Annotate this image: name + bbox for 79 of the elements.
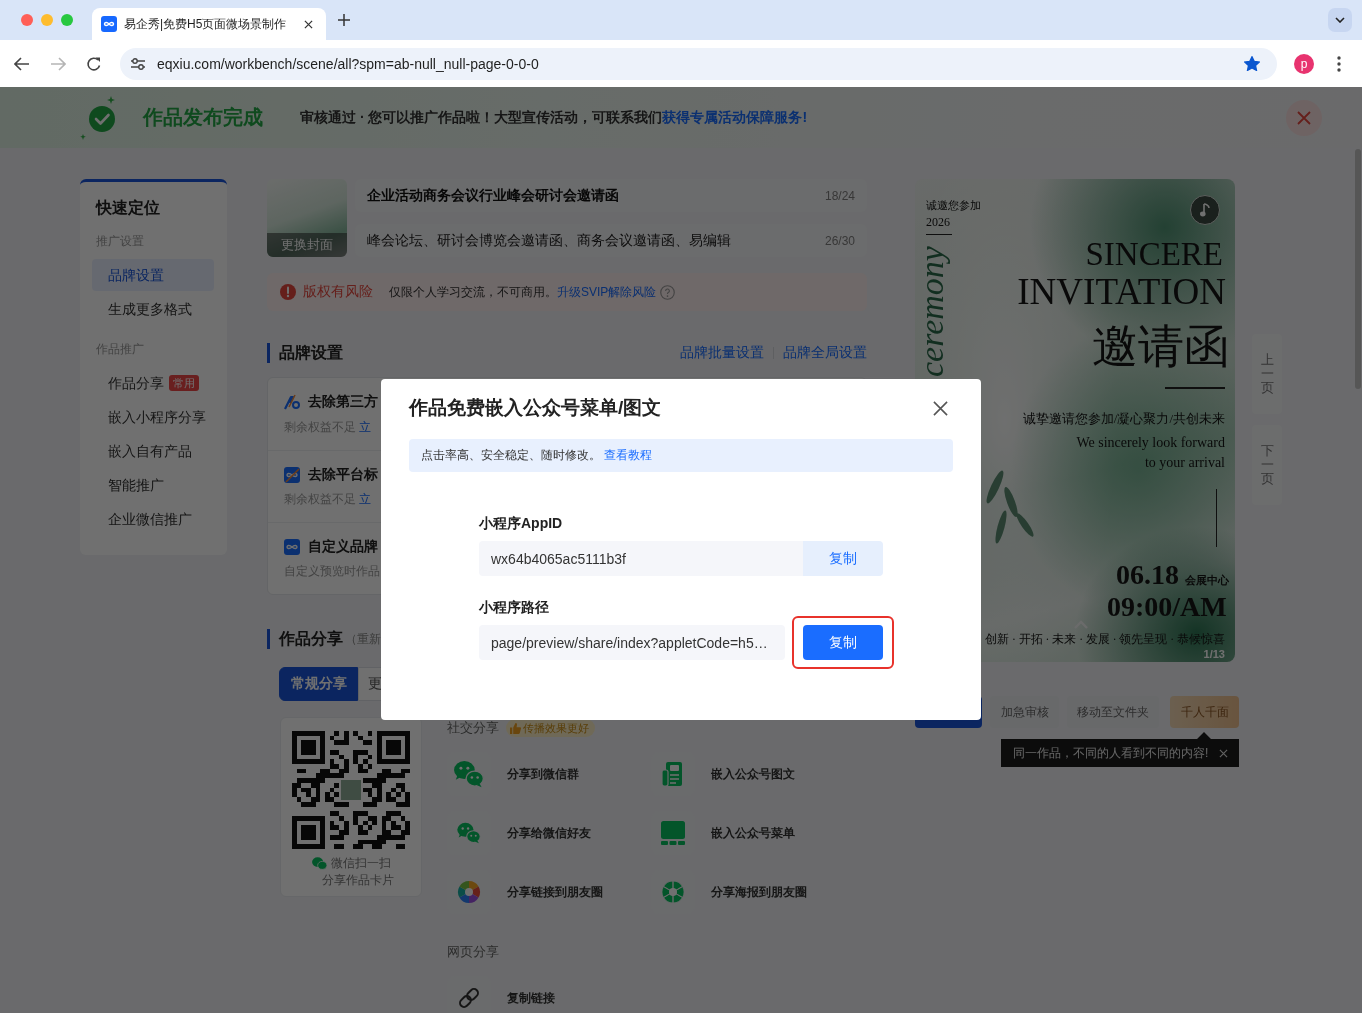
banner-message: 审核通过 · 您可以推广作品啦！大型宣传活动，可联系我们获得专属活动保障服务! [300, 108, 808, 127]
infinity-logo-icon [284, 538, 300, 555]
service-link[interactable]: 获得专属活动保障服务! [662, 108, 808, 125]
poster-script-word: ceremony [915, 247, 950, 377]
profile-avatar[interactable]: p [1294, 53, 1314, 74]
plus-icon[interactable] [338, 14, 350, 26]
group-label: 网页分享 [447, 943, 500, 961]
settings-link[interactable]: 品牌全局设置 [783, 344, 867, 362]
share-option[interactable]: 分享海报到朋友圈 [651, 870, 855, 914]
music-icon[interactable] [1190, 195, 1220, 225]
copy-button[interactable]: 复制 [803, 541, 883, 576]
sidebar-item[interactable]: 生成更多格式 [92, 293, 214, 325]
poster-time: 09:00/AM [1107, 590, 1227, 624]
share-option[interactable]: 分享链接到朋友圈 [447, 870, 651, 914]
poster-text: 诚邀您参加 [926, 198, 981, 213]
reload-icon[interactable] [86, 55, 102, 72]
sidebar-item[interactable]: 作品分享 [92, 367, 166, 399]
option-title: 去除平台标 [308, 465, 378, 484]
close-icon [1297, 110, 1311, 125]
warning-message: 仅限个人学习交流，不可商用。升级SVIP解除风险 [389, 283, 657, 301]
chevron-down-icon [1335, 17, 1345, 23]
sliders-icon[interactable] [131, 57, 145, 70]
poster-title: SINCERE [1085, 235, 1223, 274]
option-title: 去除第三方 [308, 393, 378, 411]
poster-date: 06.18 [1116, 558, 1179, 592]
activate-link[interactable]: 立 [359, 420, 372, 434]
wechat-icon [311, 856, 327, 870]
slashed-logo-icon [284, 394, 300, 410]
poster-text: to your arrival [1144, 454, 1225, 472]
page-counter: 1/13 [1203, 648, 1225, 660]
poster-year: 2026 [926, 214, 950, 230]
infinity-logo-icon [101, 16, 117, 32]
sidebar-item[interactable]: 智能推广 [92, 469, 214, 501]
sidebar-title: 快速定位 [94, 198, 161, 218]
close-icon[interactable] [933, 400, 948, 416]
banner-title: 作品发布完成 [143, 105, 263, 130]
star-icon[interactable] [1244, 56, 1260, 71]
browser-tab[interactable]: 易企秀|免费H5页面微场景制作 [92, 8, 326, 40]
more-icon[interactable] [1337, 55, 1341, 72]
address-bar[interactable]: eqxiu.com/workbench/scene/all?spm=ab-null_null-page-0-0-0 [120, 47, 1277, 80]
share-option[interactable]: 复制链接 [447, 976, 651, 1013]
share-option[interactable]: 分享给微信好友 [447, 811, 651, 855]
close-icon[interactable] [304, 19, 313, 29]
copy-button[interactable]: 复制 [803, 625, 883, 660]
crossed-logo-icon [284, 466, 300, 483]
window-close-icon[interactable] [21, 14, 33, 26]
poster-tagline: 诚挚邀请您参加/凝心聚力/共创未来 [1022, 410, 1225, 428]
back-icon[interactable] [14, 56, 30, 71]
notice-text: 点击率高、安全稳定、随时修改。 查看教程 [421, 447, 653, 464]
sidebar-item[interactable]: 企业微信推广 [92, 503, 214, 535]
section-heading: 品牌设置 [279, 342, 343, 363]
share-tab[interactable]: 常规分享 [279, 667, 358, 701]
section-heading: 作品分享 [279, 628, 343, 649]
sidebar-item[interactable]: 品牌设置 [92, 259, 214, 291]
readonly-field[interactable]: page/preview/share/index?appletCode=h5… [479, 625, 785, 660]
modal-title: 作品免费嵌入公众号菜单/图文 [409, 396, 662, 420]
upgrade-link[interactable]: 升级SVIP解除风险 [557, 284, 657, 299]
tooltip-text: 同一作品，不同的人看到不同的内容! [1013, 744, 1209, 762]
poster-title: 邀请函 [1092, 322, 1230, 372]
share-option[interactable]: 分享到微信群 [447, 752, 651, 796]
sidebar-item[interactable]: 嵌入自有产品 [92, 435, 214, 467]
share-option[interactable]: 嵌入公众号菜单 [651, 811, 855, 855]
share-option[interactable]: 嵌入公众号图文 [651, 752, 855, 796]
field-label: 小程序AppID [479, 514, 564, 533]
poster-venue: 会展中心 [1185, 573, 1229, 588]
exclamation-icon [280, 284, 296, 300]
activate-link[interactable]: 立 [359, 492, 372, 506]
thumbs-up-icon [510, 722, 521, 734]
poster-text: We sincerely look forward [1076, 434, 1225, 452]
option-title: 自定义品牌 [308, 537, 378, 556]
tutorial-link[interactable]: 查看教程 [604, 448, 653, 462]
readonly-field[interactable]: wx64b4065ac5111b3f [479, 541, 803, 576]
group-label: 社交分享 [447, 719, 499, 737]
field-label: 小程序路径 [479, 598, 550, 617]
tab-search-button[interactable] [1328, 8, 1352, 32]
settings-link[interactable]: 品牌批量设置 [680, 344, 764, 362]
risk-label: 版权有风险 [303, 283, 373, 301]
poster-title: INVITATION [1017, 272, 1226, 312]
sidebar-item[interactable]: 嵌入小程序分享 [92, 401, 214, 433]
